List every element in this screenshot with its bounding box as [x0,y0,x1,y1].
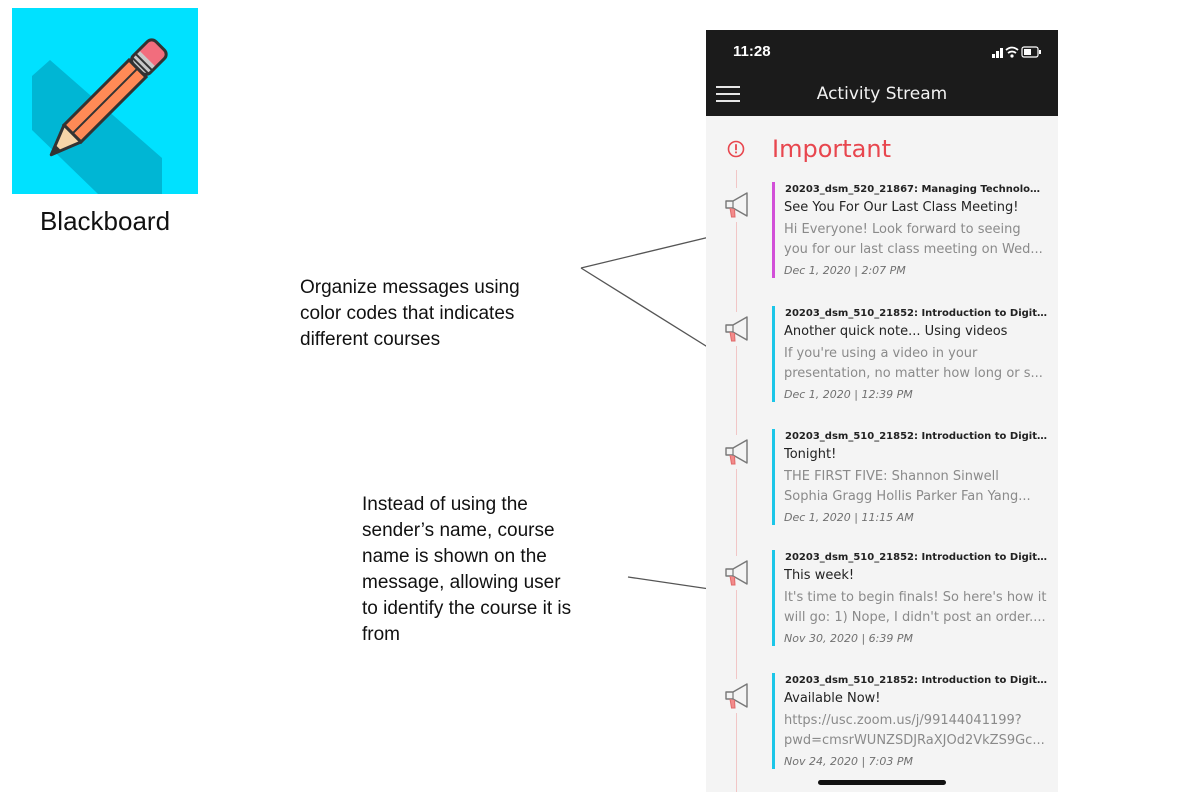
annotation-line: to identify the course it is [362,598,572,619]
message-preview: Hi Everyone! Look forward to seeing you … [784,220,1049,260]
stream-item[interactable]: 20203_dsm_510_21852: Introduction to Dig… [706,550,1058,650]
message-title: This week! [784,568,855,583]
annotation-line: name is shown on the [362,546,547,567]
message-date: Nov 24, 2020 | 7:03 PM [784,755,913,768]
annotation-line: different courses [300,329,441,350]
stream-item[interactable]: 20203_dsm_510_21852: Introduction to Dig… [706,429,1058,529]
message-title: See You For Our Last Class Meeting! [784,200,1019,215]
megaphone-icon [723,435,753,469]
course-color-bar [772,673,775,769]
home-indicator[interactable] [818,780,946,785]
stream-item[interactable]: 20203_dsm_520_21867: Managing Technologi… [706,182,1058,282]
course-name: 20203_dsm_520_21867: Managing Technologi… [785,184,1047,195]
stream-item[interactable]: 20203_dsm_510_21852: Introduction to Dig… [706,306,1058,406]
annotation-line: from [362,624,400,645]
course-name: 20203_dsm_510_21852: Introduction to Dig… [785,552,1047,563]
page-title: Activity Stream [816,84,948,104]
signal-icon [992,48,1003,58]
arrow-to-first-message [580,231,724,269]
message-date: Dec 1, 2020 | 2:07 PM [784,264,906,277]
message-title: Available Now! [784,691,881,706]
app-name: Blackboard [39,206,171,236]
preview-line: If you're using a video in your [784,346,978,361]
stream-item[interactable]: 20203_dsm_510_21852: Introduction to Dig… [706,673,1058,773]
phone-screen: 11:28 Activity Stream Important 20203_ds… [706,30,1058,792]
app-icon [12,8,198,194]
message-preview: https://usc.zoom.us/j/99144041199? pwd=c… [784,711,1049,751]
message-date: Dec 1, 2020 | 11:15 AM [784,511,914,524]
course-name: 20203_dsm_510_21852: Introduction to Dig… [785,308,1047,319]
arrow-to-second-message [580,267,724,357]
preview-line: https://usc.zoom.us/j/99144041199? [784,713,1022,728]
message-preview: THE FIRST FIVE: Shannon Sinwell Sophia G… [784,467,1049,507]
annotation-line: sender’s name, course [362,520,555,541]
megaphone-icon [723,679,753,713]
annotation-color-codes: Organize messages using color codes that… [300,275,590,353]
preview-line: Sophia Gragg Hollis Parker Fan Yang... [784,489,1031,504]
status-icons [992,46,1041,58]
battery-icon [1021,46,1041,58]
message-preview: If you're using a video in your presenta… [784,344,1049,384]
message-title: Another quick note... Using videos [784,324,1008,339]
wifi-icon [1005,46,1019,58]
pencil-icon [12,8,198,194]
annotation-line: message, allowing user [362,572,561,593]
section-heading-important: Important [772,135,891,163]
course-color-bar [772,550,775,646]
course-name: 20203_dsm_510_21852: Introduction to Dig… [785,431,1047,442]
annotation-line: Organize messages using [300,277,520,298]
annotation-line: color codes that indicates [300,303,515,324]
message-title: Tonight! [784,447,837,462]
annotation-course-name: Instead of using the sender’s name, cour… [362,492,612,648]
course-name: 20203_dsm_510_21852: Introduction to Dig… [785,675,1047,686]
course-color-bar [772,182,775,278]
annotation-line: Instead of using the [362,494,528,515]
preview-line: you for our last class meeting on Wed... [784,242,1043,257]
preview-line: It's time to begin finals! So here's how… [784,590,1047,605]
message-date: Dec 1, 2020 | 12:39 PM [784,388,913,401]
preview-line: Hi Everyone! Look forward to seeing [784,222,1021,237]
preview-line: presentation, no matter how long or s... [784,366,1043,381]
preview-line: THE FIRST FIVE: Shannon Sinwell [784,469,999,484]
message-date: Nov 30, 2020 | 6:39 PM [784,632,913,645]
megaphone-icon [723,312,753,346]
status-time: 11:28 [733,43,771,60]
megaphone-icon [723,188,753,222]
alert-circle-icon [727,140,745,158]
message-preview: It's time to begin finals! So here's how… [784,588,1049,628]
course-color-bar [772,306,775,402]
megaphone-icon [723,556,753,590]
status-bar: 11:28 [706,30,1058,76]
preview-line: pwd=cmsrWUNZSDJRaXJOd2VkZS9Gc... [784,733,1045,748]
course-color-bar [772,429,775,525]
preview-line: will go: 1) Nope, I didn't post an order… [784,610,1046,625]
app-header: Activity Stream [706,76,1058,116]
